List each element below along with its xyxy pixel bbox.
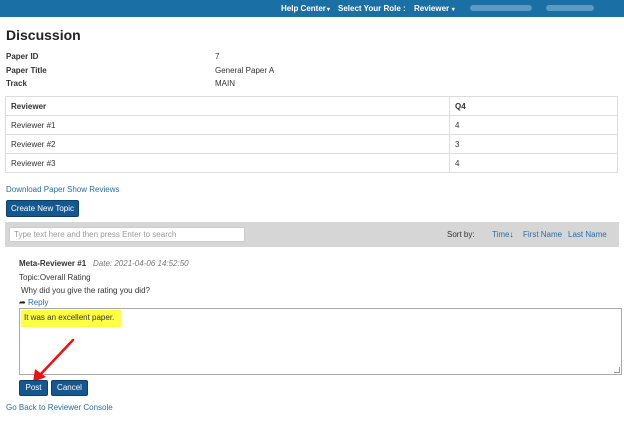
q4-cell: 4	[449, 153, 618, 173]
reviewer-cell: Reviewer #3	[5, 153, 450, 173]
sort-last-name-option[interactable]: Last Name	[568, 230, 607, 239]
search-input[interactable]	[9, 227, 245, 242]
show-reviews-link[interactable]: Show Reviews	[67, 185, 119, 194]
caret-down-icon: ▾	[450, 7, 455, 13]
paper-title-value: General Paper A	[215, 66, 275, 75]
comment-topic: Topic:Overall Rating	[19, 273, 91, 282]
table-header-row: Reviewer Q4	[5, 96, 618, 116]
arrow-down-icon: ↓	[509, 230, 514, 239]
select-role-label: Select Your Role :	[338, 4, 406, 13]
page-title: Discussion	[6, 27, 81, 43]
highlighted-reply-text: It was an excellent paper.	[21, 310, 121, 327]
role-label: Reviewer	[414, 4, 450, 13]
download-paper-link[interactable]: Download Paper	[6, 185, 65, 194]
role-dropdown[interactable]: Reviewer ▾	[414, 0, 455, 17]
reply-link[interactable]: ➦ Reply	[19, 298, 48, 307]
track-label: Track	[6, 79, 27, 88]
sort-time-label: Time	[492, 230, 510, 239]
reviewer-cell: Reviewer #1	[5, 115, 450, 135]
resize-handle-icon[interactable]	[614, 367, 620, 373]
table-row: Reviewer #3 4	[5, 153, 618, 173]
reply-label: Reply	[27, 298, 49, 307]
table-row: Reviewer #2 3	[5, 134, 618, 154]
back-to-console-link[interactable]: Go Back to Reviewer Console	[6, 403, 113, 412]
column-header-reviewer: Reviewer	[5, 96, 450, 116]
sort-first-name-option[interactable]: First Name	[523, 230, 562, 239]
post-button[interactable]: Post	[19, 380, 48, 396]
cancel-button[interactable]: Cancel	[51, 380, 88, 396]
help-center-label: Help Center	[281, 4, 326, 13]
reply-arrow-icon: ➦	[19, 298, 26, 307]
reviews-table: Reviewer Q4 Reviewer #1 4 Reviewer #2 3 …	[5, 96, 618, 173]
create-new-topic-button[interactable]: Create New Topic	[6, 200, 79, 217]
paper-id-label: Paper ID	[6, 52, 39, 61]
column-header-q4: Q4	[449, 96, 618, 116]
q4-cell: 3	[449, 134, 618, 154]
sort-time-option[interactable]: Time↓	[492, 230, 513, 239]
comment-author: Meta-Reviewer #1	[19, 259, 87, 268]
top-navbar: Help Center▾ Select Your Role : Reviewer…	[0, 0, 624, 17]
reviewer-cell: Reviewer #2	[5, 134, 450, 154]
reply-textarea[interactable]: It was an excellent paper.	[19, 308, 622, 375]
user-menu-blurred[interactable]	[546, 5, 594, 11]
user-name-blurred[interactable]	[470, 5, 532, 11]
paper-id-value: 7	[215, 52, 220, 61]
comment-question: Why did you give the rating you did?	[21, 286, 150, 295]
help-center-menu[interactable]: Help Center▾	[281, 0, 330, 17]
table-row: Reviewer #1 4	[5, 115, 618, 135]
search-sort-bar: Sort by: Time↓ First Name Last Name	[5, 222, 619, 247]
q4-cell: 4	[449, 115, 618, 135]
paper-title-label: Paper Title	[6, 66, 47, 75]
sort-by-label: Sort by:	[447, 230, 475, 239]
comment-date: Date: 2021-04-06 14:52:50	[93, 259, 189, 268]
caret-down-icon: ▾	[326, 7, 330, 13]
track-value: MAIN	[215, 79, 235, 88]
